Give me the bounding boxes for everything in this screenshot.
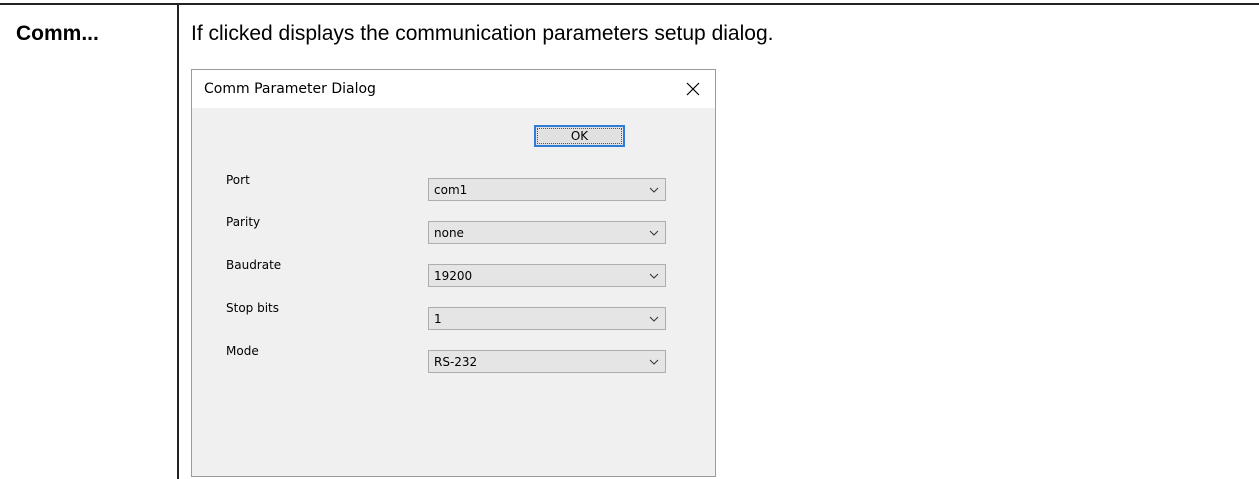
chevron-down-icon bbox=[649, 187, 659, 193]
description-text: If clicked displays the communication pa… bbox=[191, 22, 774, 45]
dialog-titlebar: Comm Parameter Dialog bbox=[192, 70, 715, 108]
ok-button[interactable]: OK bbox=[534, 125, 625, 147]
parity-select[interactable]: none bbox=[428, 221, 666, 244]
dialog-client-area: OK Port com1 Parity none Baudrate 19200 … bbox=[192, 108, 715, 476]
port-select[interactable]: com1 bbox=[428, 178, 666, 201]
term-cell: Comm... bbox=[16, 22, 99, 45]
comm-parameter-dialog: Comm Parameter Dialog OK Port com1 Parit… bbox=[191, 69, 716, 477]
parity-label: Parity bbox=[226, 215, 261, 229]
mode-select[interactable]: RS-232 bbox=[428, 350, 666, 373]
baudrate-select-value: 19200 bbox=[434, 269, 473, 283]
dialog-title: Comm Parameter Dialog bbox=[204, 81, 376, 97]
chevron-down-icon bbox=[649, 230, 659, 236]
stop-bits-label: Stop bits bbox=[226, 301, 280, 315]
chevron-down-icon bbox=[649, 359, 659, 365]
parity-select-value: none bbox=[434, 226, 464, 240]
close-icon bbox=[686, 82, 700, 96]
close-button[interactable] bbox=[679, 75, 707, 103]
chevron-down-icon bbox=[649, 273, 659, 279]
baudrate-select[interactable]: 19200 bbox=[428, 264, 666, 287]
baudrate-label: Baudrate bbox=[226, 258, 282, 272]
table-top-border bbox=[0, 3, 1259, 5]
table-column-divider bbox=[177, 4, 179, 479]
chevron-down-icon bbox=[649, 316, 659, 322]
port-select-value: com1 bbox=[434, 183, 468, 197]
mode-select-value: RS-232 bbox=[434, 355, 478, 369]
documentation-table: Comm... If clicked displays the communic… bbox=[0, 0, 1259, 479]
stop-bits-select[interactable]: 1 bbox=[428, 307, 666, 330]
stop-bits-select-value: 1 bbox=[434, 312, 442, 326]
focus-rectangle bbox=[537, 128, 622, 144]
port-label: Port bbox=[226, 173, 250, 187]
mode-label: Mode bbox=[226, 344, 259, 358]
